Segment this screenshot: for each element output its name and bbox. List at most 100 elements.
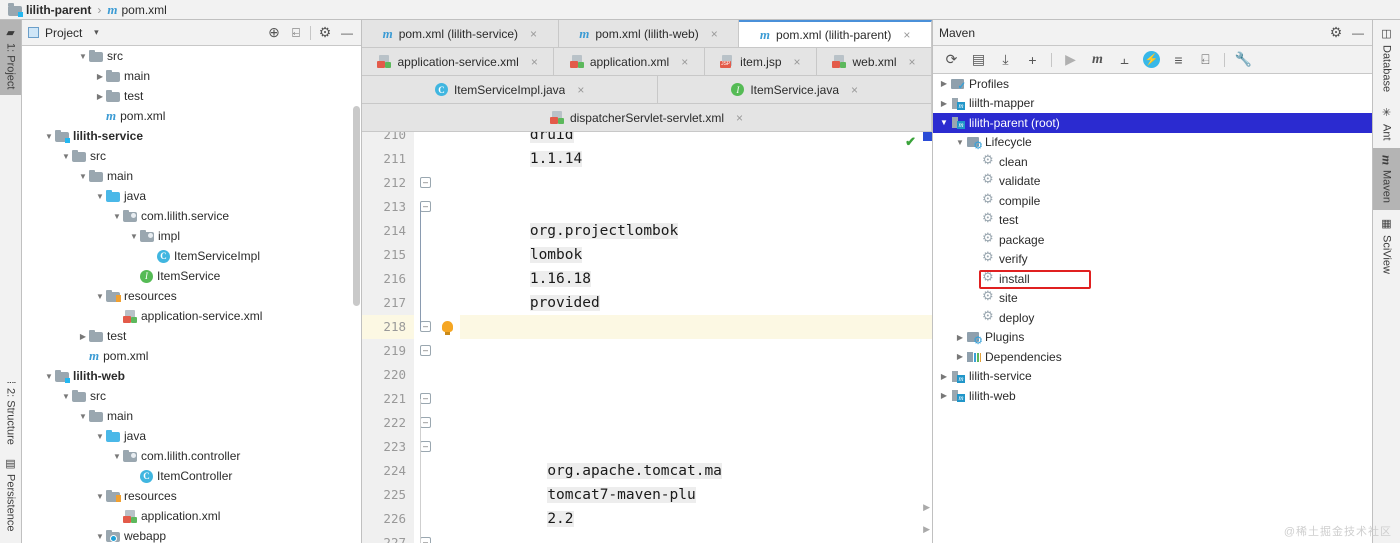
disclosure-triangle-icon[interactable]: ▼	[937, 118, 951, 127]
code-line[interactable]: 1.1.14	[460, 147, 932, 171]
editor-tab[interactable]: application-service.xml ×	[362, 48, 555, 75]
project-tree-row[interactable]: ▼ java	[22, 426, 361, 446]
disclosure-triangle-icon[interactable]: ▼	[60, 392, 72, 401]
project-tree-row[interactable]: ▼ resources	[22, 286, 361, 306]
editor-tab[interactable]: C ItemServiceImpl.java ×	[362, 76, 659, 103]
fold-toggle-icon[interactable]: –	[420, 393, 431, 404]
add-maven-project-icon[interactable]: +	[1024, 51, 1041, 68]
maven-settings-icon[interactable]: 🔧	[1235, 51, 1252, 68]
project-tree-row[interactable]: ▼ impl	[22, 226, 361, 246]
chevron-down-icon[interactable]: ▾	[88, 25, 104, 41]
maven-tree-row[interactable]: deploy	[933, 308, 1372, 328]
editor-tab[interactable]: m pom.xml (lilith-service) ×	[362, 20, 559, 47]
sidebar-item-maven[interactable]: m Maven	[1373, 147, 1400, 210]
disclosure-triangle-icon[interactable]: ▼	[77, 172, 89, 181]
disclosure-triangle-icon[interactable]: ▼	[953, 138, 967, 147]
project-tree-row[interactable]: ▼ webapp	[22, 526, 361, 543]
settings-gear-icon[interactable]: ⚙	[1328, 24, 1344, 41]
disclosure-triangle-icon[interactable]: ▼	[94, 192, 106, 201]
disclosure-triangle-icon[interactable]: ▼	[60, 152, 72, 161]
disclosure-triangle-icon[interactable]: ▶	[94, 92, 106, 101]
code-line[interactable]	[460, 363, 932, 387]
disclosure-triangle-icon[interactable]: ▼	[43, 132, 55, 141]
disclosure-triangle-icon[interactable]: ▼	[77, 412, 89, 421]
project-tree-row[interactable]: ▼ main	[22, 166, 361, 186]
project-tree-row[interactable]: ▼ lilith-service	[22, 126, 361, 146]
close-icon[interactable]: ×	[794, 55, 801, 69]
code-line[interactable]	[460, 195, 932, 219]
code-line[interactable]: 2.2	[460, 507, 932, 531]
project-tree-row[interactable]: ▼ java	[22, 186, 361, 206]
code-line[interactable]: lombok	[460, 243, 932, 267]
project-tree-row[interactable]: ▼ resources	[22, 486, 361, 506]
fold-toggle-icon[interactable]: –	[420, 201, 431, 212]
disclosure-triangle-icon[interactable]: ▶	[77, 332, 89, 341]
code-line[interactable]: org.projectlombok	[460, 219, 932, 243]
project-tree-row[interactable]: C ItemController	[22, 466, 361, 486]
editor-tab[interactable]: I ItemService.java ×	[658, 76, 933, 103]
sidebar-item-sciview[interactable]: ▦ SciView	[1373, 210, 1400, 281]
hide-panel-icon[interactable]: —	[339, 25, 355, 41]
sidebar-item-persistence[interactable]: ▤ Persistence	[0, 451, 21, 537]
close-icon[interactable]: ×	[711, 27, 718, 41]
fold-toggle-icon[interactable]: –	[420, 177, 431, 188]
fold-toggle-icon[interactable]: –	[420, 417, 431, 428]
code-line[interactable]	[460, 171, 932, 195]
project-tree[interactable]: ▼ src ▶ main ▶ test m pom.xml ▼ lilith-service ▼ sr…	[22, 46, 361, 543]
code-line[interactable]: provided	[460, 291, 932, 315]
maven-goal-install[interactable]: install	[933, 269, 1372, 289]
project-tree-scrollbar[interactable]	[353, 106, 360, 306]
project-tree-row[interactable]: ▼ com.lilith.service	[22, 206, 361, 226]
editor-tab[interactable]: application.xml ×	[554, 48, 705, 75]
editor-tab[interactable]: m pom.xml (lilith-web) ×	[558, 20, 740, 47]
project-tree-row[interactable]: ▼ src	[22, 386, 361, 406]
close-icon[interactable]: ×	[577, 83, 584, 97]
disclosure-triangle-icon[interactable]: ▶	[937, 99, 951, 108]
maven-tree-row[interactable]: clean	[933, 152, 1372, 172]
code-line[interactable]	[460, 387, 932, 411]
maven-tree[interactable]: ▶Profiles▶liilth-mapper▼lilith-parent (r…	[933, 74, 1372, 543]
maven-tree-row[interactable]: ▶ liilth-mapper	[933, 94, 1372, 114]
code-line[interactable]	[460, 339, 932, 363]
editor-tab[interactable]: item.jsp ×	[704, 48, 818, 75]
maven-tree-row[interactable]: ▶ Profiles	[933, 74, 1372, 94]
code-line[interactable]	[460, 411, 932, 435]
code-line[interactable]	[460, 315, 932, 339]
hide-panel-icon[interactable]: —	[1350, 25, 1366, 41]
maven-tree-row[interactable]: compile	[933, 191, 1372, 211]
maven-tree-row[interactable]: validate	[933, 171, 1372, 192]
close-icon[interactable]: ×	[531, 55, 538, 69]
disclosure-triangle-icon[interactable]: ▶	[953, 352, 967, 361]
editor-tab[interactable]: web.xml ×	[817, 48, 932, 75]
generate-sources-icon[interactable]: ▤	[970, 51, 987, 68]
code-line[interactable]: org.apache.tomcat.ma	[460, 459, 932, 483]
maven-tree-row[interactable]: ▶ Dependencies	[933, 347, 1372, 367]
toggle-offline-icon[interactable]: ⫠	[1116, 51, 1133, 68]
disclosure-triangle-icon[interactable]: ▼	[94, 532, 106, 541]
disclosure-triangle-icon[interactable]: ▼	[128, 232, 140, 241]
maven-tree-row[interactable]: ▼ Lifecycle	[933, 133, 1372, 152]
breadcrumb-file[interactable]: pom.xml	[121, 3, 166, 17]
project-tree-row[interactable]: application-service.xml	[22, 306, 361, 326]
editor-tab[interactable]: dispatcherServlet-servlet.xml ×	[362, 104, 932, 131]
disclosure-triangle-icon[interactable]: ▼	[111, 212, 123, 221]
maven-tree-row[interactable]: package	[933, 230, 1372, 250]
project-tree-row[interactable]: ▶ main	[22, 66, 361, 86]
toggle-skip-tests-icon[interactable]: ⚡	[1143, 51, 1160, 68]
close-icon[interactable]: ×	[530, 27, 537, 41]
maven-tree-row[interactable]: ▶ lilith-web	[933, 386, 1372, 406]
sidebar-item-project[interactable]: ▰ 1: Project	[0, 20, 21, 96]
project-tree-row[interactable]: ▶ test	[22, 86, 361, 106]
disclosure-triangle-icon[interactable]: ▶	[937, 391, 951, 400]
disclosure-triangle-icon[interactable]: ▼	[111, 452, 123, 461]
maven-tree-row[interactable]: test	[933, 210, 1372, 231]
code-line[interactable]	[460, 531, 932, 543]
execute-goal-icon[interactable]: m	[1089, 51, 1106, 68]
collapse-all-icon[interactable]: ⍇	[288, 25, 304, 41]
fold-toggle-icon[interactable]: –	[420, 441, 431, 452]
close-icon[interactable]: ×	[736, 111, 743, 125]
intention-bulb-icon[interactable]	[442, 321, 453, 335]
close-icon[interactable]: ×	[851, 83, 858, 97]
project-tree-row[interactable]: ▼ src	[22, 146, 361, 166]
disclosure-triangle-icon[interactable]: ▶	[94, 72, 106, 81]
